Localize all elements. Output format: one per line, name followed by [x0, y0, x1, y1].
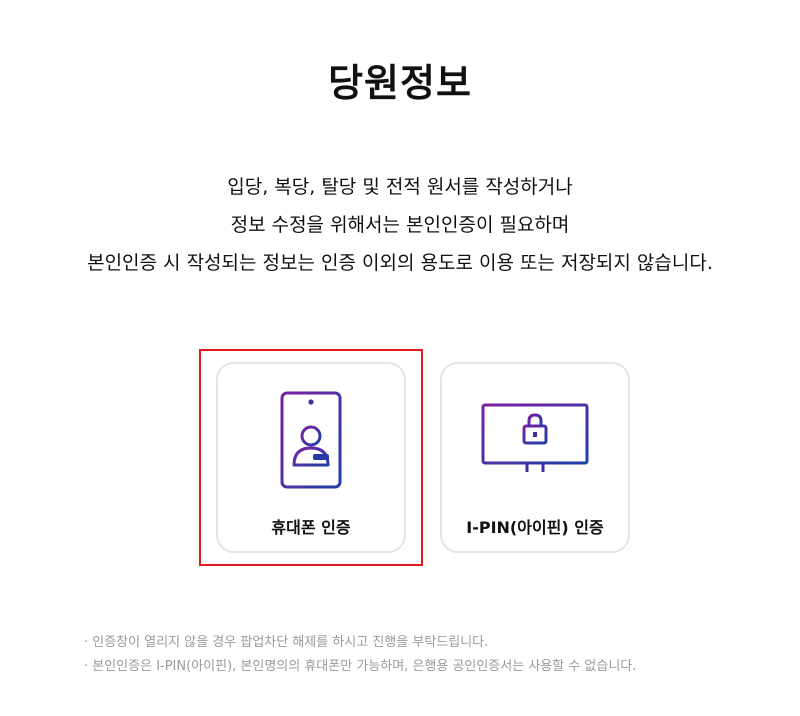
description-line: 정보 수정을 위해서는 본인인증이 필요하며	[230, 214, 570, 236]
phone-auth-label: 휴대폰 인증	[271, 518, 351, 537]
note-item: · 본인인증은 I-PIN(아이핀), 본인명의의 휴대폰만 가능하며, 은행용…	[84, 659, 637, 674]
description: 입당, 복당, 탈당 및 전적 원서를 작성하거나 정보 수정을 위해서는 본인…	[0, 168, 800, 282]
mobile-phone-user-icon	[218, 390, 404, 494]
page-title: 당원정보	[328, 61, 472, 105]
description-line: 입당, 복당, 탈당 및 전적 원서를 작성하거나	[227, 176, 573, 198]
ipin-auth-label: I-PIN(아이핀) 인증	[466, 518, 604, 537]
notes: · 인증창이 열리지 않을 경우 팝업차단 해제를 하시고 진행을 부탁드립니다…	[84, 631, 636, 679]
ipin-auth-button[interactable]: I-PIN(아이핀) 인증	[440, 362, 630, 553]
note-item: · 인증창이 열리지 않을 경우 팝업차단 해제를 하시고 진행을 부탁드립니다…	[84, 635, 489, 650]
description-line: 본인인증 시 작성되는 정보는 인증 이외의 용도로 이용 또는 저장되지 않습…	[87, 252, 713, 274]
monitor-lock-icon	[442, 402, 628, 484]
phone-auth-button[interactable]: 휴대폰 인증	[216, 362, 406, 553]
